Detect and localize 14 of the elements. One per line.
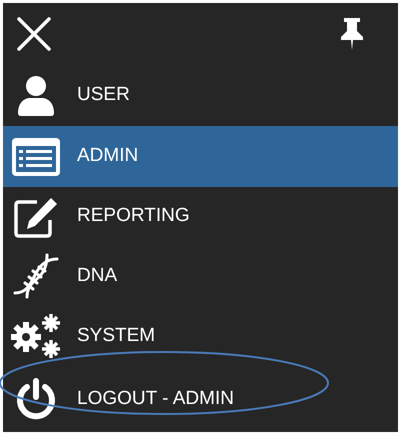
menu-label: ADMIN [77,144,138,168]
menu-label: LOGOUT - ADMIN [77,386,234,411]
menu-label: REPORTING [77,204,190,228]
menu-label: SYSTEM [77,324,156,348]
power-icon[interactable] [15,377,57,421]
menu-item[interactable]: ADMIN [3,126,398,187]
user-icon [16,74,56,116]
menu-label: DNA [77,264,118,288]
edit-icon [13,196,59,238]
menu-label: USER [77,83,130,108]
list-icon [12,138,60,176]
dna-helix-icon [13,253,59,299]
gears-icon [10,313,62,359]
close-icon[interactable] [16,17,52,51]
